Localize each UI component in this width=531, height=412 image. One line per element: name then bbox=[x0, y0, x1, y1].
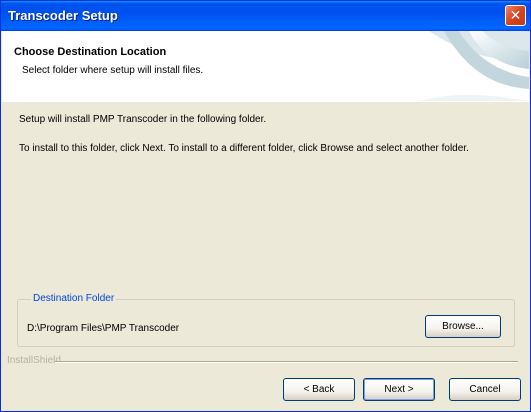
back-button[interactable]: < Back bbox=[283, 378, 355, 401]
close-icon: ✕ bbox=[509, 7, 522, 23]
window-title: Transcoder Setup bbox=[8, 8, 118, 23]
footer-divider bbox=[55, 361, 518, 363]
title-bar[interactable]: Transcoder Setup ✕ bbox=[1, 1, 530, 31]
page-subtitle: Select folder where setup will install f… bbox=[22, 65, 204, 76]
close-button[interactable]: ✕ bbox=[505, 5, 526, 26]
destination-path: D:\Program Files\PMP Transcoder bbox=[27, 323, 180, 334]
header-divider bbox=[2, 101, 529, 102]
install-info-text: Setup will install PMP Transcoder in the… bbox=[19, 114, 267, 125]
install-instructions-text: To install to this folder, click Next. T… bbox=[19, 143, 469, 154]
browse-button[interactable]: Browse... bbox=[425, 315, 501, 338]
page-title: Choose Destination Location bbox=[14, 46, 167, 58]
installshield-brand: InstallShield bbox=[7, 355, 61, 366]
cancel-button[interactable]: Cancel bbox=[449, 378, 521, 401]
setup-window: Transcoder Setup ✕ Choose Destination Lo… bbox=[0, 0, 531, 412]
header-graphic-icon bbox=[419, 31, 529, 101]
destination-folder-label: Destination Folder bbox=[31, 293, 117, 304]
next-button[interactable]: Next > bbox=[363, 378, 435, 401]
wizard-header: Choose Destination Location Select folde… bbox=[2, 31, 529, 102]
